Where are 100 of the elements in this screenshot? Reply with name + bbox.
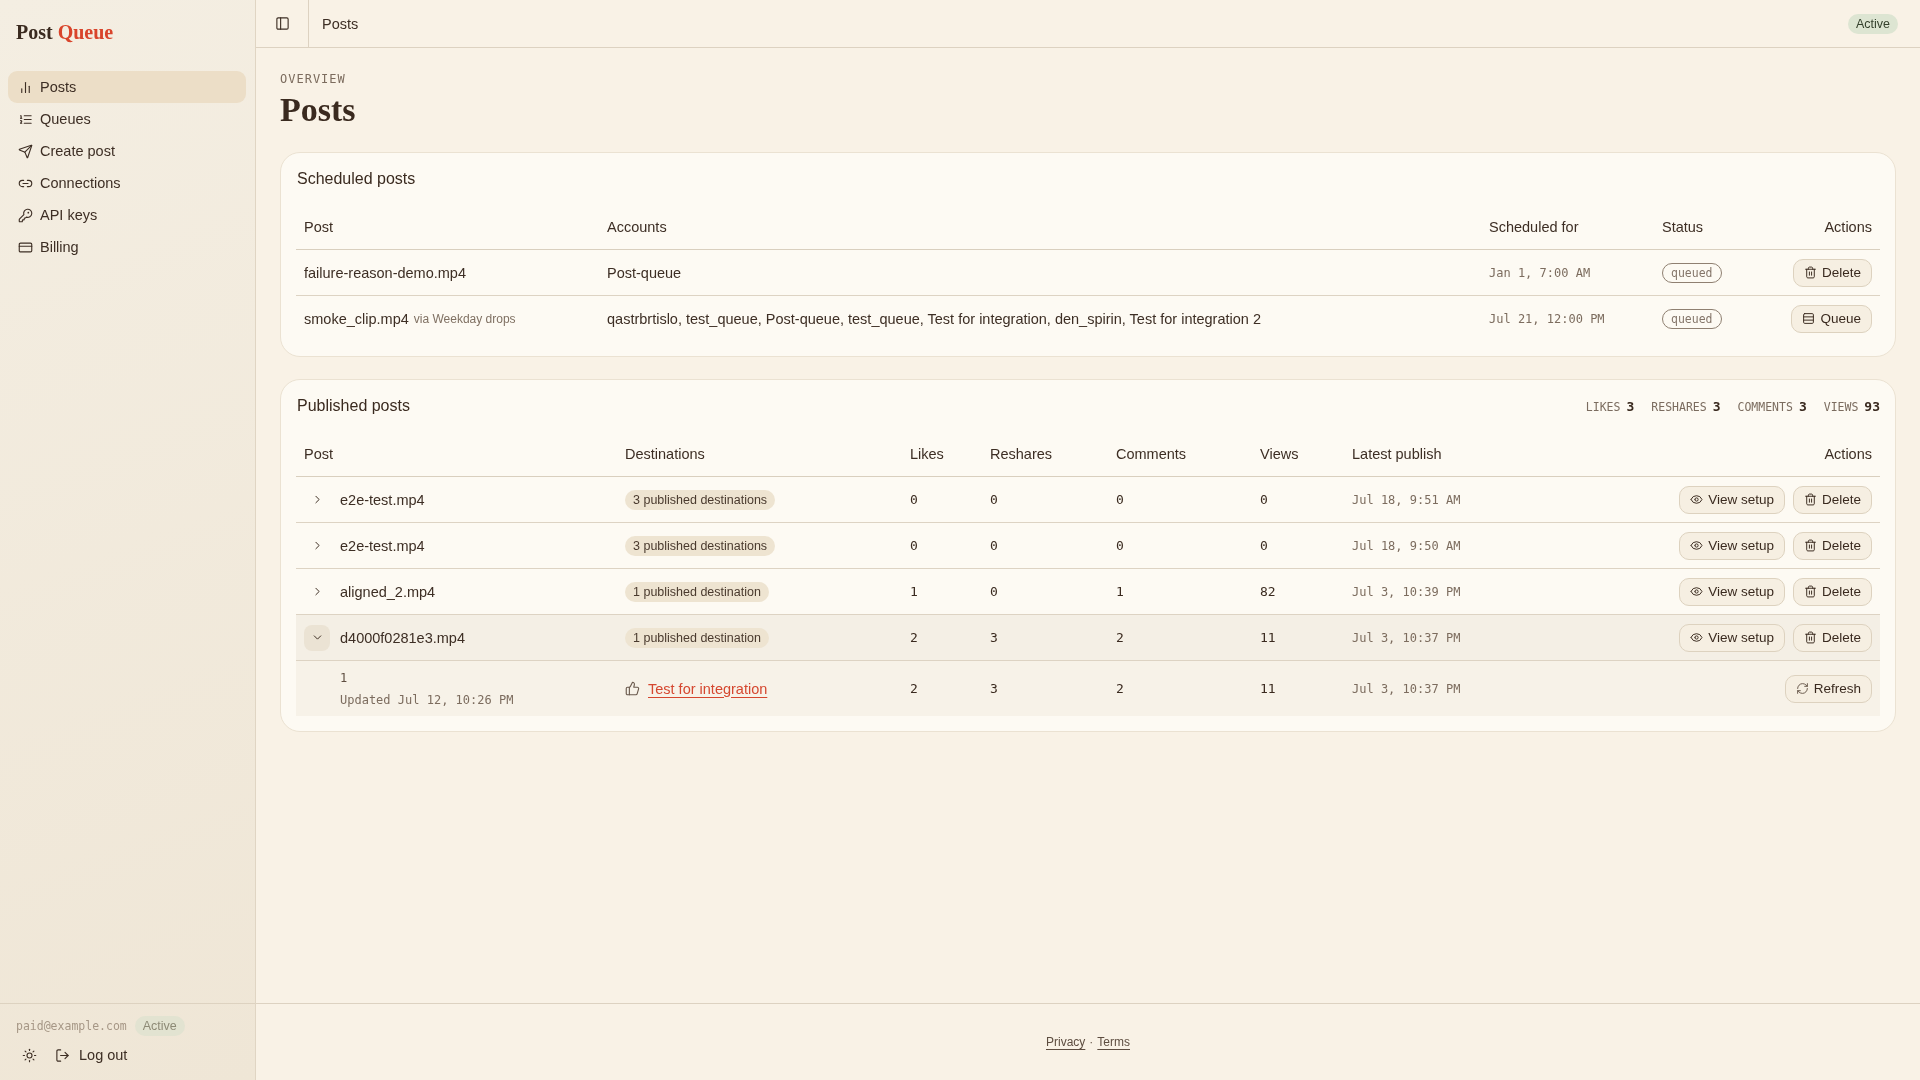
card-title: Scheduled posts	[297, 170, 416, 188]
link-separator: ·	[1089, 1035, 1094, 1049]
stat-label: LIKES	[1585, 399, 1621, 414]
column-header: Actions	[1824, 446, 1872, 462]
stat-value: 93	[1864, 398, 1880, 414]
column-header: Views	[1260, 446, 1299, 462]
card-title: Published posts	[297, 397, 410, 415]
trash-icon	[1803, 493, 1817, 506]
column-header: Scheduled for	[1489, 219, 1579, 235]
logout-button[interactable]: Log out	[51, 1045, 132, 1065]
view-setup-button[interactable]: View setup	[1679, 531, 1785, 560]
publish-time: Jul 3, 10:37 PM	[1352, 681, 1461, 696]
likes-count: 0	[910, 538, 918, 553]
scheduled-time: Jan 1, 7:00 AM	[1489, 265, 1591, 280]
post-source: via Weekday drops	[413, 311, 516, 326]
publish-time: Jul 18, 9:51 AM	[1352, 492, 1461, 507]
delete-button[interactable]: Delete	[1792, 485, 1872, 514]
eye-icon	[1690, 585, 1704, 598]
trash-icon	[1803, 539, 1817, 552]
comments-count: 2	[1116, 630, 1124, 645]
stat-label: VIEWS	[1823, 399, 1859, 414]
view-setup-button[interactable]: View setup	[1679, 485, 1785, 514]
stat-value: 3	[1798, 398, 1807, 414]
column-header: Comments	[1116, 446, 1187, 462]
sidebar-item[interactable]: Posts	[8, 71, 246, 103]
views-count: 11	[1260, 630, 1276, 645]
account-email: paid@example.com	[16, 1019, 127, 1033]
thumbs-up-icon	[625, 681, 640, 696]
views-count: 11	[1260, 681, 1276, 696]
sun-icon	[22, 1047, 37, 1063]
stat-label: RESHARES	[1651, 399, 1707, 414]
eye-icon	[1690, 631, 1704, 644]
publish-time: Jul 3, 10:37 PM	[1352, 630, 1461, 645]
column-header: Status	[1662, 219, 1704, 235]
destinations-tag: 1 published destination	[625, 627, 769, 648]
account-status-badge: Active	[134, 1016, 185, 1036]
column-header: Latest publish	[1352, 446, 1442, 462]
comments-count: 0	[1116, 492, 1124, 507]
refresh-icon	[1795, 682, 1809, 695]
trash-icon	[1803, 585, 1817, 598]
queue-button[interactable]: Queue	[1791, 304, 1872, 333]
refresh-button[interactable]: Refresh	[1784, 674, 1872, 703]
footer-link[interactable]: Terms	[1097, 1035, 1130, 1049]
view-setup-button[interactable]: View setup	[1679, 577, 1785, 606]
comments-count: 2	[1116, 681, 1124, 696]
paper-plane-icon	[18, 143, 33, 159]
column-header: Destinations	[625, 446, 705, 462]
delete-button[interactable]: Delete	[1792, 577, 1872, 606]
sidebar-item[interactable]: Billing	[8, 231, 246, 263]
delete-button[interactable]: Delete	[1792, 258, 1872, 287]
reshares-count: 3	[990, 630, 998, 645]
sidebar-item[interactable]: API keys	[8, 199, 246, 231]
delete-button[interactable]: Delete	[1792, 623, 1872, 652]
column-header: Accounts	[607, 219, 667, 235]
destinations-tag: 1 published destination	[625, 581, 769, 602]
post-name: smoke_clip.mp4	[304, 310, 409, 327]
likes-count: 1	[910, 584, 918, 599]
sidebar-panel-icon	[274, 16, 290, 31]
reshares-count: 0	[990, 492, 998, 507]
likes-count: 2	[910, 681, 918, 696]
comments-count: 0	[1116, 538, 1124, 553]
views-count: 0	[1260, 492, 1268, 507]
delete-button[interactable]: Delete	[1792, 531, 1872, 560]
bar-chart-icon	[18, 79, 33, 95]
column-header: Post	[304, 446, 333, 462]
rows-icon	[1802, 312, 1816, 325]
sidebar-item[interactable]: Queues	[8, 103, 246, 135]
updated-time: Updated Jul 12, 10:26 PM	[340, 691, 514, 709]
footer-link[interactable]: Privacy	[1046, 1035, 1086, 1049]
page-title: Posts	[280, 90, 356, 130]
destination-index: 1	[340, 669, 348, 687]
views-count: 0	[1260, 538, 1268, 553]
post-name: failure-reason-demo.mp4	[304, 264, 466, 281]
logout-icon	[55, 1047, 70, 1063]
destinations-tag: 3 published destinations	[625, 535, 776, 556]
column-header: Likes	[910, 446, 944, 462]
views-count: 82	[1260, 584, 1276, 599]
sidebar-item[interactable]: Connections	[8, 167, 246, 199]
breadcrumb-title: Posts	[322, 15, 359, 32]
likes-count: 0	[910, 492, 918, 507]
destination-link[interactable]: Test for integration	[648, 680, 768, 697]
reshares-count: 0	[990, 584, 998, 599]
destinations-tag: 3 published destinations	[625, 489, 776, 510]
post-name: d4000f0281e3.mp4	[340, 629, 465, 646]
stat-label: COMMENTS	[1737, 399, 1793, 414]
page-eyebrow: OVERVIEW	[280, 72, 346, 86]
publish-time: Jul 3, 10:39 PM	[1352, 584, 1461, 599]
eye-icon	[1690, 493, 1704, 506]
stat-value: 3	[1712, 398, 1721, 414]
sidebar-item[interactable]: Create post	[8, 135, 246, 167]
column-header: Reshares	[990, 446, 1053, 462]
credit-card-icon	[18, 239, 33, 255]
key-icon	[18, 207, 33, 223]
reshares-count: 0	[990, 538, 998, 553]
comments-count: 1	[1116, 584, 1124, 599]
view-setup-button[interactable]: View setup	[1679, 623, 1785, 652]
trash-icon	[1803, 266, 1817, 279]
expand-toggle[interactable]	[304, 624, 330, 651]
accounts-text: qastrbrtislo, test_queue, Post-queue, test_queue, Test for integration, den_spirin, Test for integration 2	[607, 310, 1261, 327]
post-name: e2e-test.mp4	[340, 491, 425, 508]
